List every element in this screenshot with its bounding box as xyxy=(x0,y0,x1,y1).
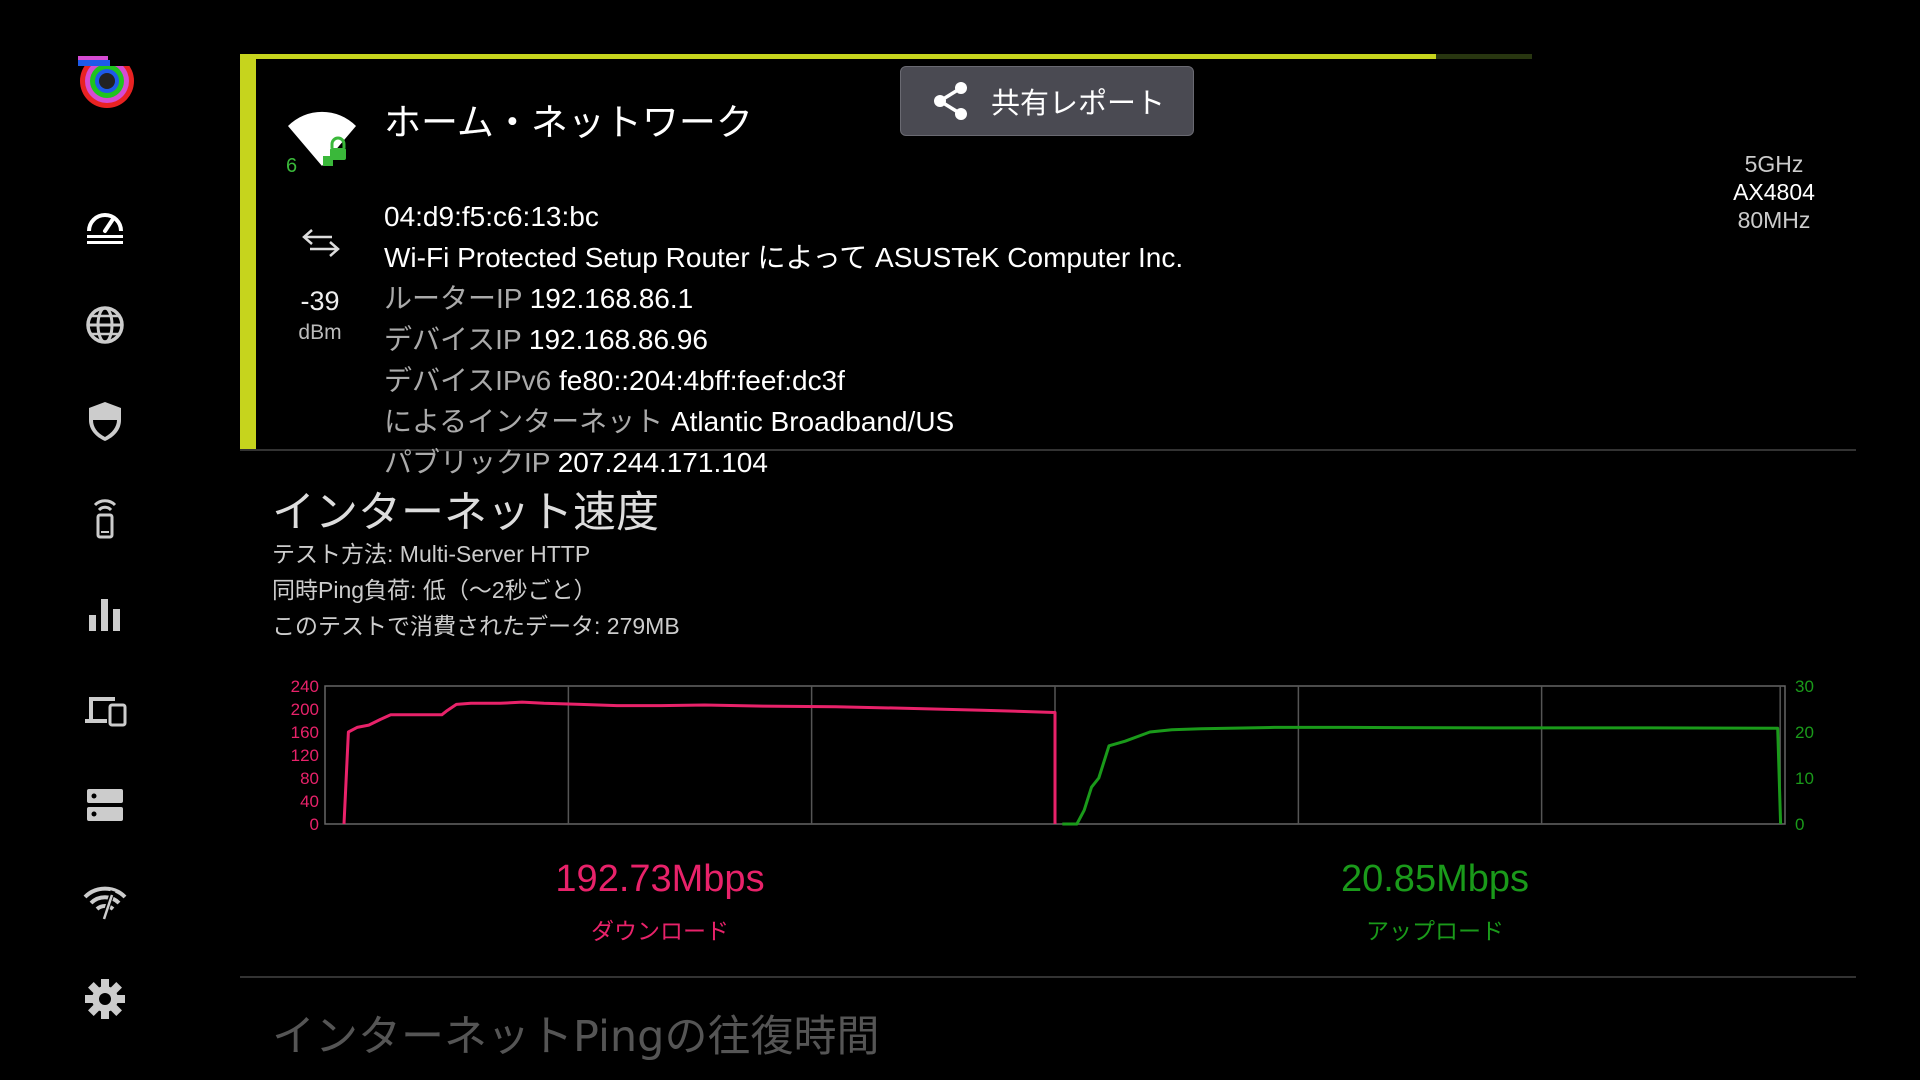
ping-load: 同時Ping負荷: 低（〜2秒ごと） xyxy=(272,577,597,603)
download-axis-tick: 80 xyxy=(300,769,319,788)
speedometer-icon xyxy=(87,213,123,244)
device-ipv6-label: デバイスIPv6 xyxy=(384,365,552,396)
nav-settings[interactable] xyxy=(70,964,140,1034)
nav-devices[interactable] xyxy=(70,674,140,744)
device-ip-row: デバイスIP 192.168.86.96 xyxy=(384,319,1183,360)
app-logo[interactable] xyxy=(78,52,136,110)
download-speed-label: ダウンロード xyxy=(591,919,729,945)
network-card[interactable]: 6 -39 dBm ホーム・ネットワーク 04:d9:f5:c6:13:bc W… xyxy=(240,54,1856,478)
device-ipv6-row: デバイスIPv6 fe80::204:4bff:feef:dc3f xyxy=(384,360,1183,401)
wifi-scan-icon xyxy=(83,886,127,922)
download-axis-tick: 0 xyxy=(310,815,319,834)
device-ip-label: デバイスIP xyxy=(384,324,522,355)
isp-label: によるインターネット xyxy=(384,406,664,437)
nav-wifi-scan[interactable] xyxy=(70,866,140,936)
bar-chart-icon xyxy=(89,599,120,631)
download-axis-tick: 160 xyxy=(291,723,319,742)
download-series-line xyxy=(342,700,1057,825)
router-ip-label: ルーターIP xyxy=(384,283,522,314)
share-report-button[interactable]: 共有レポート xyxy=(900,66,1194,136)
upload-axis-tick: 0 xyxy=(1795,815,1804,834)
ping-section-title: インターネットPingの往復時間 xyxy=(272,1012,880,1062)
wifi-signal-icon: 6 xyxy=(286,104,358,204)
download-axis-tick: 240 xyxy=(291,677,319,696)
data-used: このテストで消費されたデータ: 279MB xyxy=(272,613,680,639)
device-ip: 192.168.86.96 xyxy=(528,324,708,355)
mac-address: 04:d9:f5:c6:13:bc xyxy=(384,201,599,232)
upload-axis-tick: 20 xyxy=(1795,723,1814,742)
download-speed-value: 192.73Mbps xyxy=(555,858,765,900)
nav-device-signal[interactable] xyxy=(70,482,140,552)
speed-chart: 0 40 80 120 160 200 240 0 10 20 30 xyxy=(291,677,1814,834)
signal-unit: dBm xyxy=(298,321,342,344)
upload-speed-label: アップロード xyxy=(1366,919,1504,945)
network-info: 04:d9:f5:c6:13:bc Wi-Fi Protected Setup … xyxy=(384,196,1183,483)
sidebar xyxy=(0,0,210,1080)
network-accent-bar xyxy=(240,54,256,449)
gear-icon xyxy=(85,979,125,1019)
download-axis-tick: 200 xyxy=(291,700,319,719)
band-info: 5GHz AX4804 80MHz xyxy=(1700,150,1848,234)
signal-value: -39 xyxy=(300,286,340,316)
download-axis-tick: 40 xyxy=(300,792,319,811)
nav-speedtest[interactable] xyxy=(70,190,140,260)
router-ip: 192.168.86.1 xyxy=(529,283,694,314)
upload-axis-tick: 10 xyxy=(1795,769,1814,788)
isp: Atlantic Broadband/US xyxy=(670,406,955,437)
nav-statistics[interactable] xyxy=(70,578,140,648)
test-method: テスト方法: Multi-Server HTTP xyxy=(272,541,591,567)
share-icon xyxy=(933,82,967,120)
devices-icon xyxy=(85,697,127,727)
signal-strength: -39 dBm xyxy=(280,286,360,345)
server-icon xyxy=(87,789,123,821)
wifi-generation: 6 xyxy=(286,155,297,177)
download-axis-tick: 120 xyxy=(291,746,319,765)
isp-row: によるインターネット Atlantic Broadband/US xyxy=(384,401,1183,442)
nav-security[interactable] xyxy=(70,386,140,456)
section-divider xyxy=(240,976,1856,978)
test-progress-bar xyxy=(256,54,1532,59)
router-ip-row: ルーターIP 192.168.86.1 xyxy=(384,278,1183,319)
public-ip-row: パブリックIP 207.244.171.104 xyxy=(384,442,1183,483)
nav-internet[interactable] xyxy=(70,290,140,360)
public-ip-label: パブリックIP xyxy=(384,447,550,478)
channel-width: 80MHz xyxy=(1737,207,1811,233)
device-ipv6: fe80::204:4bff:feef:dc3f xyxy=(558,365,845,396)
swap-arrows-icon xyxy=(302,228,340,258)
upload-speed-value: 20.85Mbps xyxy=(1340,858,1529,900)
speed-section-title: インターネット速度 xyxy=(272,488,659,538)
band-frequency: 5GHz xyxy=(1744,151,1804,177)
speed-test-meta: テスト方法: Multi-Server HTTP 同時Ping負荷: 低（〜2秒… xyxy=(272,536,680,644)
phone-signal-icon xyxy=(93,499,117,539)
test-progress-fill xyxy=(256,54,1437,59)
upload-series-line xyxy=(1062,725,1783,826)
share-report-label: 共有レポート xyxy=(990,86,1165,120)
upload-axis-tick: 30 xyxy=(1795,677,1814,696)
router-model: AX4804 xyxy=(1733,179,1815,205)
globe-icon xyxy=(86,306,124,344)
network-title: ホーム・ネットワーク xyxy=(384,101,753,144)
nav-servers[interactable] xyxy=(70,770,140,840)
shield-icon xyxy=(89,402,121,441)
public-ip: 207.244.171.104 xyxy=(557,447,768,478)
router-description: Wi-Fi Protected Setup Router によって ASUSTe… xyxy=(384,242,1184,273)
